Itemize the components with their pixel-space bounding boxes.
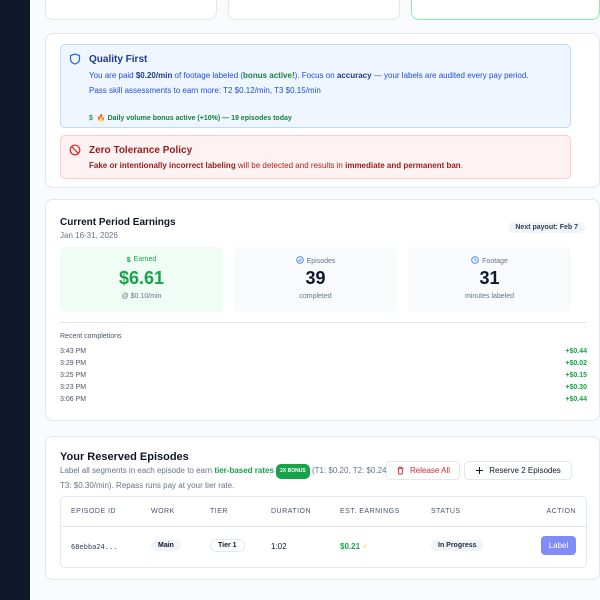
divider (61, 526, 586, 527)
release-all-button[interactable]: Release All (386, 461, 460, 480)
plus-icon (476, 467, 484, 474)
list-item: 3:23 PM +$0.30 (60, 384, 587, 391)
check-circle-icon (295, 256, 304, 264)
earned-stat: $ Earned $6.61 @ $0.10/min (60, 247, 223, 312)
quality-rate-line: You are paid $0.20/min of footage labele… (89, 71, 529, 80)
work-badge: Main (151, 540, 181, 551)
column-header: ACTION (546, 508, 576, 515)
summary-card (228, 0, 400, 20)
list-item: 3:25 PM +$0.15 (60, 372, 587, 379)
ban-icon (69, 144, 81, 156)
list-item: 3:43 PM +$0.44 (60, 348, 587, 355)
quality-alert: Quality First You are paid $0.20/min of … (60, 44, 571, 128)
policy-title: Zero Tolerance Policy (89, 145, 193, 156)
stat-label: Footage (482, 258, 508, 265)
reserve-episodes-button[interactable]: Reserve 2 Episodes (464, 461, 572, 480)
skill-assessment-line: Pass skill assessments to earn more: T2 … (89, 86, 321, 95)
bolt-icon: ⚡ (362, 544, 368, 551)
earnings-card: Current Period Earnings Jan 16-31, 2026 … (45, 199, 600, 421)
label-button[interactable]: Label (541, 536, 576, 555)
column-header: EST. EARNINGS (340, 508, 400, 515)
policy-alert: Zero Tolerance Policy Fake or intentiona… (60, 135, 571, 179)
trash-icon (397, 466, 404, 475)
column-header: STATUS (431, 508, 461, 515)
top-summary-cards (45, 0, 600, 20)
episodes-stat: Episodes 39 completed (234, 247, 397, 312)
stat-note: @ $0.10/min (121, 293, 162, 300)
dollar-icon: $ (126, 257, 131, 264)
summary-card (411, 0, 600, 20)
reserved-episodes-card: Your Reserved Episodes Label all segment… (45, 436, 600, 580)
shield-icon (69, 53, 81, 65)
stat-note: minutes labeled (464, 293, 515, 300)
episode-id: 68ebba24... (71, 543, 118, 551)
stat-value: 39 (305, 268, 326, 288)
policy-text: Fake or intentionally incorrect labeling… (89, 161, 463, 170)
column-header: TIER (210, 508, 228, 515)
earnings-title: Current Period Earnings (60, 217, 176, 228)
summary-card (45, 0, 217, 20)
tier-badge: Tier 1 (210, 539, 245, 552)
stat-value: $6.61 (118, 268, 165, 288)
bonus-badge: 2X BONUS (276, 464, 310, 479)
clock-icon (471, 256, 479, 264)
reserved-title: Your Reserved Episodes (60, 451, 189, 463)
divider (60, 322, 587, 323)
column-header: WORK (151, 508, 175, 515)
quality-title: Quality First (89, 54, 148, 65)
recent-completions-title: Recent completions (60, 333, 122, 340)
est-earnings: $0.21 ⚡ (340, 542, 368, 551)
episodes-table: EPISODE ID WORK TIER DURATION EST. EARNI… (60, 496, 587, 568)
sidebar (0, 0, 30, 600)
duration: 1:02 (271, 542, 287, 551)
stat-value: 31 (479, 268, 500, 288)
main-content: Quality First You are paid $0.20/min of … (30, 0, 600, 600)
column-header: EPISODE ID (71, 508, 117, 515)
footage-stat: Footage 31 minutes labeled (408, 247, 571, 312)
daily-bonus-line: $ 🔥 Daily volume bonus active (+10%) — 19… (89, 115, 292, 122)
status-badge: In Progress (431, 540, 484, 551)
notices-card: Quality First You are paid $0.20/min of … (45, 33, 600, 188)
stat-label: Earned (133, 256, 157, 263)
next-payout-badge: Next payout: Feb 7 (508, 222, 585, 233)
column-header: DURATION (271, 508, 312, 515)
reserved-description: Label all segments in each episode to ea… (60, 464, 389, 490)
dollar-icon: $ (89, 115, 93, 122)
list-item: 3:06 PM +$0.44 (60, 396, 587, 403)
list-item: 3:29 PM +$0.02 (60, 360, 587, 367)
stat-note: completed (299, 293, 332, 300)
earnings-period: Jan 16-31, 2026 (60, 231, 118, 240)
stat-label: Episodes (306, 258, 336, 265)
